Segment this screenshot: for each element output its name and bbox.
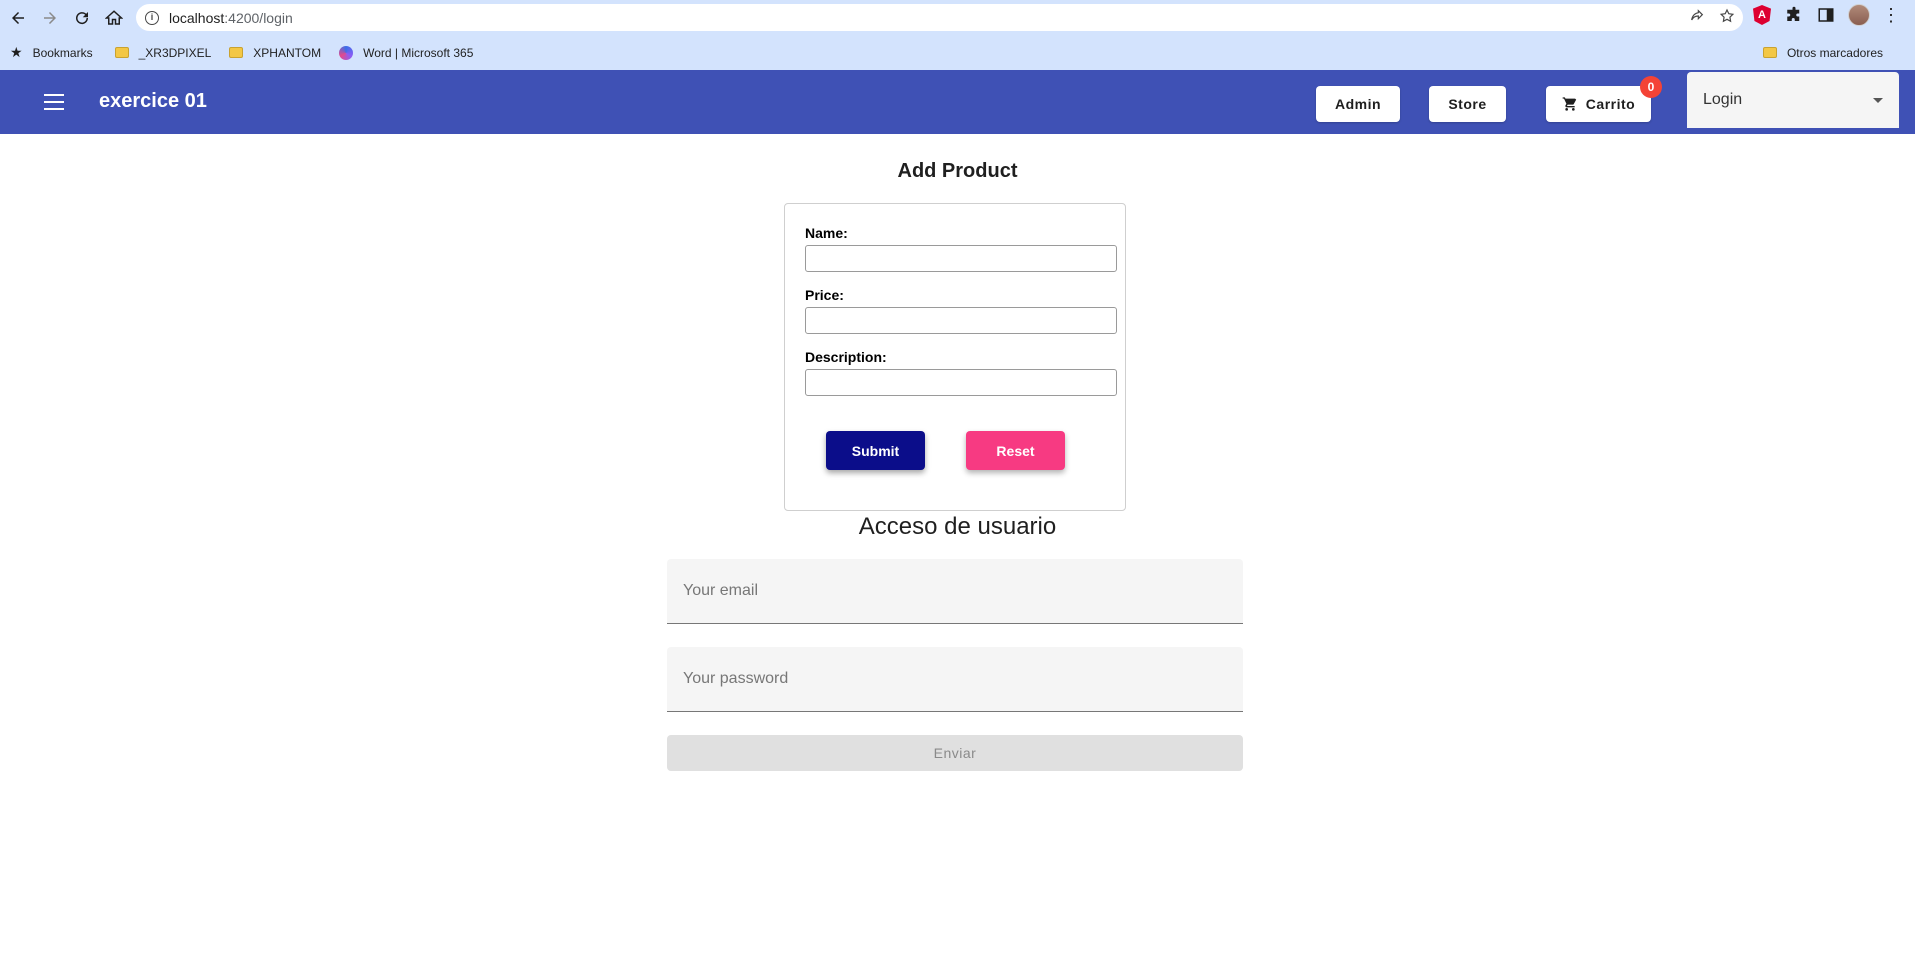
description-input[interactable] bbox=[805, 369, 1117, 396]
login-select-value: Login bbox=[1703, 91, 1743, 108]
app-title: exercice 01 bbox=[99, 90, 207, 112]
app-toolbar: exercice 01 Admin Store Carrito bbox=[0, 70, 1915, 134]
password-input[interactable] bbox=[683, 670, 1223, 688]
back-icon[interactable] bbox=[2, 2, 34, 34]
browser-toolbar: i localhost:4200/login A ⋮ bbox=[0, 0, 1915, 35]
url-path: :4200/login bbox=[224, 9, 293, 26]
home-icon[interactable] bbox=[98, 2, 130, 34]
price-input[interactable] bbox=[805, 307, 1117, 334]
bookmark-star-icon[interactable] bbox=[1719, 8, 1735, 29]
word-icon bbox=[339, 45, 354, 60]
dropdown-arrow-icon bbox=[1873, 98, 1883, 103]
folder-icon bbox=[1762, 47, 1777, 58]
login-select[interactable]: Login bbox=[1687, 72, 1899, 128]
url-host: localhost bbox=[169, 9, 225, 26]
reload-icon[interactable] bbox=[66, 2, 98, 34]
bookmarks-bar: ★ Bookmarks _XR3DPIXEL XPHANTOM Word | M… bbox=[0, 35, 1915, 70]
url-text[interactable]: localhost:4200/login bbox=[169, 10, 293, 26]
bookmark-other[interactable]: Otros marcadores bbox=[1762, 35, 1883, 70]
reset-button[interactable]: Reset bbox=[966, 431, 1065, 470]
profile-avatar[interactable] bbox=[1848, 4, 1870, 26]
bookmark-label: _XR3DPIXEL bbox=[138, 45, 212, 60]
share-icon[interactable] bbox=[1689, 8, 1705, 29]
bookmark-bookmarks[interactable]: ★ Bookmarks bbox=[10, 44, 93, 61]
folder-icon bbox=[114, 47, 129, 58]
description-label: Description: bbox=[805, 349, 887, 365]
bookmark-label: XPHANTOM bbox=[253, 45, 322, 60]
name-input[interactable] bbox=[805, 245, 1117, 272]
bookmark-xr3dpixel[interactable]: _XR3DPIXEL bbox=[114, 45, 212, 60]
price-label: Price: bbox=[805, 287, 844, 303]
cart-label: Carrito bbox=[1585, 96, 1636, 112]
name-label: Name: bbox=[805, 225, 848, 241]
folder-icon bbox=[229, 47, 244, 58]
address-bar[interactable]: i localhost:4200/login bbox=[136, 4, 1743, 31]
login-title: Acceso de usuario bbox=[858, 513, 1057, 540]
bookmark-label: Bookmarks bbox=[32, 45, 93, 60]
add-product-title: Add Product bbox=[897, 160, 1018, 182]
email-input[interactable] bbox=[683, 582, 1223, 600]
store-button[interactable]: Store bbox=[1429, 86, 1506, 122]
bookmark-xphantom[interactable]: XPHANTOM bbox=[229, 46, 321, 60]
hamburger-menu-icon[interactable] bbox=[44, 94, 64, 110]
bookmark-word[interactable]: Word | Microsoft 365 bbox=[339, 45, 474, 60]
cart-button[interactable]: Carrito bbox=[1546, 86, 1651, 122]
admin-button[interactable]: Admin bbox=[1316, 86, 1400, 122]
more-options-icon[interactable]: ⋮ bbox=[1882, 5, 1900, 26]
angular-devtools-icon[interactable]: A bbox=[1752, 5, 1772, 25]
submit-button[interactable]: Submit bbox=[826, 431, 925, 470]
add-product-form: Name: Price: Description: Submit Reset bbox=[784, 203, 1126, 511]
password-field[interactable] bbox=[667, 647, 1243, 712]
bookmark-label: Word | Microsoft 365 bbox=[363, 45, 474, 60]
extensions-puzzle-icon[interactable] bbox=[1784, 5, 1804, 25]
shopping-cart-icon bbox=[1562, 97, 1576, 111]
email-field[interactable] bbox=[667, 559, 1243, 624]
bookmark-label: Otros marcadores bbox=[1786, 45, 1883, 60]
side-panel-icon[interactable] bbox=[1816, 5, 1836, 25]
star-icon: ★ bbox=[10, 44, 23, 60]
forward-icon[interactable] bbox=[34, 2, 66, 34]
info-icon[interactable]: i bbox=[145, 10, 159, 25]
cart-count-badge: 0 bbox=[1640, 76, 1662, 98]
enviar-button[interactable]: Enviar bbox=[667, 735, 1243, 771]
